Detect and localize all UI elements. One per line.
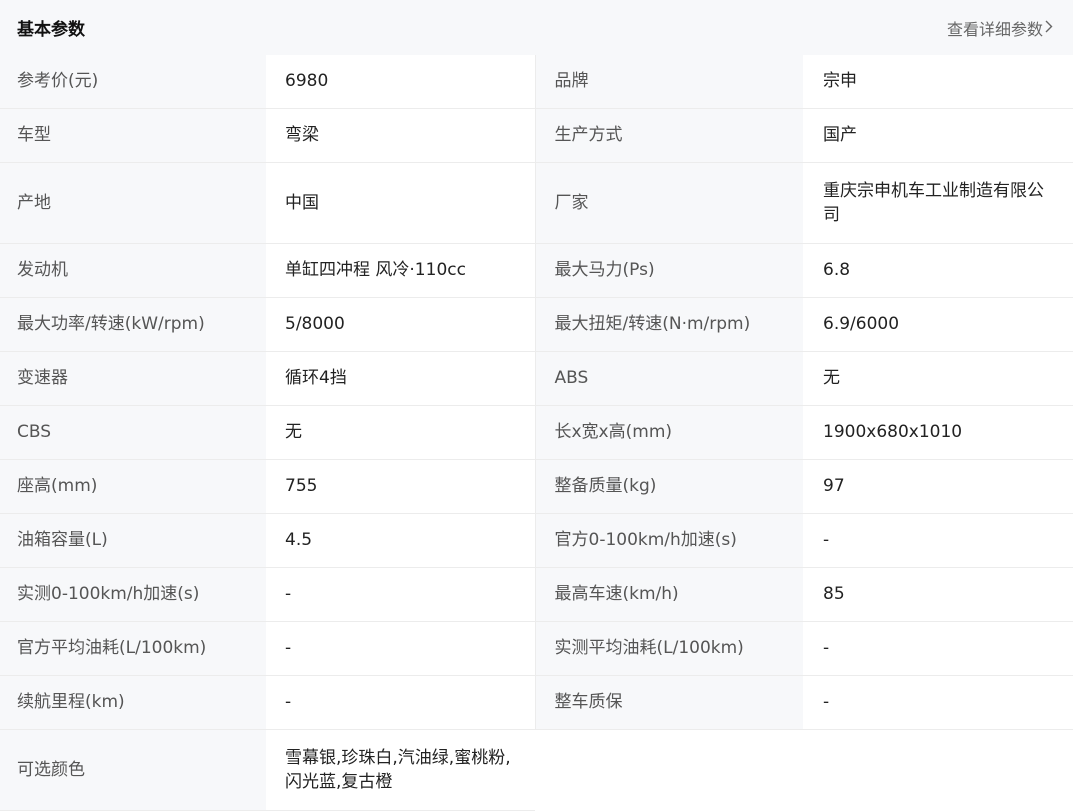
spec-label: 座高(mm) <box>0 459 266 514</box>
spec-label: 厂家 <box>534 162 803 244</box>
spec-value: 循环4挡 <box>266 351 535 406</box>
spec-value: 中国 <box>266 162 535 244</box>
table-row: 续航里程(km) - 整车质保 - <box>0 675 1073 730</box>
spec-label: 最大功率/转速(kW/rpm) <box>0 297 266 352</box>
view-details-label: 查看详细参数 <box>946 19 1043 39</box>
view-details-link[interactable]: 查看详细参数 <box>947 16 1053 40</box>
spec-label: 油箱容量(L) <box>0 513 266 568</box>
spec-label: 续航里程(km) <box>0 675 266 730</box>
spec-label: 变速器 <box>0 351 266 406</box>
spec-value: - <box>803 513 1073 568</box>
spec-value: 无 <box>266 405 535 460</box>
spec-label: 参考价(元) <box>0 55 266 109</box>
spec-label: 最大马力(Ps) <box>534 243 803 298</box>
spec-value: - <box>266 567 535 622</box>
table-row: 实测0-100km/h加速(s) - 最高车速(km/h) 85 <box>0 567 1073 622</box>
spec-label: 实测0-100km/h加速(s) <box>0 567 266 622</box>
spec-value: - <box>266 621 535 676</box>
table-row: 官方平均油耗(L/100km) - 实测平均油耗(L/100km) - <box>0 621 1073 676</box>
spec-label: 品牌 <box>534 55 803 109</box>
spec-label: 可选颜色 <box>0 729 266 811</box>
spec-label: 官方0-100km/h加速(s) <box>534 513 803 568</box>
spec-value: 6.8 <box>803 243 1073 298</box>
spec-table: 参考价(元) 6980 品牌 宗申 车型 弯梁 生产方式 国产 产地 中国 厂家… <box>0 55 1073 811</box>
table-row: 产地 中国 厂家 重庆宗申机车工业制造有限公司 <box>0 162 1073 244</box>
spec-value: - <box>266 675 535 730</box>
spec-value: 国产 <box>803 108 1073 163</box>
spec-label: 最大扭矩/转速(N·m/rpm) <box>534 297 803 352</box>
spec-label: 发动机 <box>0 243 266 298</box>
table-row: 座高(mm) 755 整备质量(kg) 97 <box>0 459 1073 514</box>
spec-value: 85 <box>803 567 1073 622</box>
table-row: 油箱容量(L) 4.5 官方0-100km/h加速(s) - <box>0 513 1073 568</box>
spec-value: 重庆宗申机车工业制造有限公司 <box>803 162 1073 244</box>
table-row: 最大功率/转速(kW/rpm) 5/8000 最大扭矩/转速(N·m/rpm) … <box>0 297 1073 352</box>
spec-value: 6980 <box>266 55 535 109</box>
chevron-right-icon <box>1045 18 1053 37</box>
spec-label: CBS <box>0 405 266 460</box>
spec-value: 755 <box>266 459 535 514</box>
spec-value: 雪幕银,珍珠白,汽油绿,蜜桃粉,闪光蓝,复古橙 <box>266 729 535 811</box>
spec-value: - <box>803 621 1073 676</box>
spec-value: 宗申 <box>803 55 1073 109</box>
spec-value: 6.9/6000 <box>803 297 1073 352</box>
spec-label: 实测平均油耗(L/100km) <box>534 621 803 676</box>
spec-value: - <box>803 675 1073 730</box>
table-row: CBS 无 长x宽x高(mm) 1900x680x1010 <box>0 405 1073 460</box>
empty-cell <box>535 729 1073 810</box>
spec-label: 整备质量(kg) <box>534 459 803 514</box>
section-title: 基本参数 <box>17 20 85 40</box>
spec-label: 官方平均油耗(L/100km) <box>0 621 266 676</box>
spec-label: ABS <box>534 351 803 406</box>
table-row: 发动机 单缸四冲程 风冷·110cc 最大马力(Ps) 6.8 <box>0 243 1073 298</box>
spec-label: 整车质保 <box>534 675 803 730</box>
spec-value: 弯梁 <box>266 108 535 163</box>
section-header: 基本参数 查看详细参数 <box>0 0 1073 55</box>
table-row: 参考价(元) 6980 品牌 宗申 <box>0 55 1073 109</box>
spec-label: 车型 <box>0 108 266 163</box>
spec-label: 长x宽x高(mm) <box>534 405 803 460</box>
table-row: 变速器 循环4挡 ABS 无 <box>0 351 1073 406</box>
spec-label: 产地 <box>0 162 266 244</box>
spec-value: 1900x680x1010 <box>803 405 1073 460</box>
spec-value: 5/8000 <box>266 297 535 352</box>
spec-value: 4.5 <box>266 513 535 568</box>
spec-value: 无 <box>803 351 1073 406</box>
table-row: 可选颜色 雪幕银,珍珠白,汽油绿,蜜桃粉,闪光蓝,复古橙 <box>0 729 1073 811</box>
table-row: 车型 弯梁 生产方式 国产 <box>0 108 1073 163</box>
spec-label: 生产方式 <box>534 108 803 163</box>
spec-value: 单缸四冲程 风冷·110cc <box>266 243 535 298</box>
spec-value: 97 <box>803 459 1073 514</box>
spec-label: 最高车速(km/h) <box>534 567 803 622</box>
